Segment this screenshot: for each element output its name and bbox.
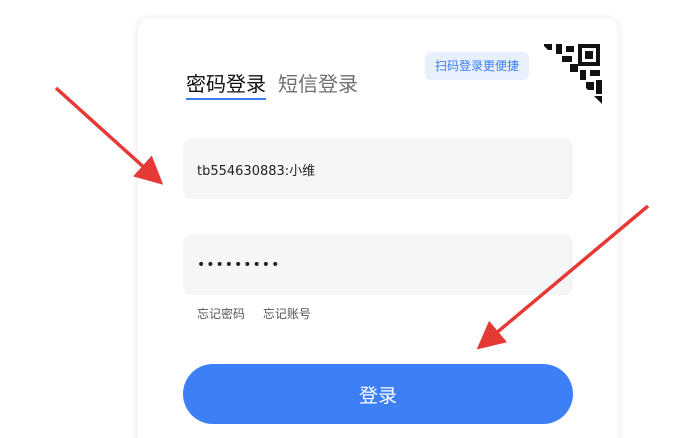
qr-code-corner-icon[interactable]	[540, 42, 604, 106]
password-field[interactable]	[183, 235, 573, 295]
tab-sms-login[interactable]: 短信登录	[278, 72, 358, 100]
login-button[interactable]: 登录	[183, 364, 573, 424]
account-field[interactable]	[183, 139, 573, 199]
account-input[interactable]	[195, 139, 561, 199]
help-links: 忘记密码 忘记账号	[197, 305, 311, 322]
tab-password-login[interactable]: 密码登录	[186, 72, 266, 100]
login-screen: 密码登录 短信登录 扫码登录更便捷 tb554630883:小维 •••••••…	[0, 0, 700, 438]
forgot-account-link[interactable]: 忘记账号	[263, 307, 311, 321]
forgot-password-link[interactable]: 忘记密码	[197, 307, 245, 321]
qr-login-tip: 扫码登录更便捷	[425, 52, 530, 80]
login-tabs: 密码登录 短信登录	[186, 72, 358, 100]
login-card: 密码登录 短信登录 扫码登录更便捷 tb554630883:小维 •••••••…	[138, 18, 618, 438]
password-input[interactable]	[195, 235, 561, 295]
